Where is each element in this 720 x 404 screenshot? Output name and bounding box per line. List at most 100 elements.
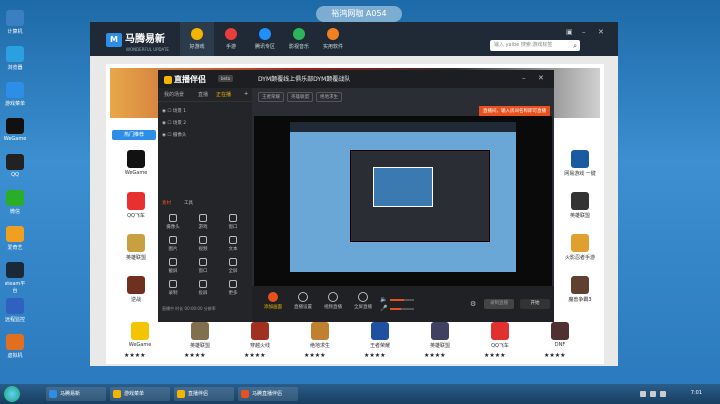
add-scene-icon[interactable]: + [244, 91, 248, 97]
stream-mode-button[interactable]: 添加画面 [258, 292, 288, 310]
minimize-icon[interactable]: – [522, 74, 526, 82]
desktop-shortcut[interactable]: QQ [3, 154, 27, 178]
game-icon [251, 322, 269, 340]
game-tile[interactable]: 绝地求生 [300, 322, 340, 349]
desktop-shortcut[interactable]: WeGame [3, 118, 27, 142]
game-tile[interactable]: 穿越火线 [240, 322, 280, 349]
hot-recommend-button[interactable]: 热门推荐 [112, 130, 156, 140]
game-icon [191, 322, 209, 340]
game-tile[interactable]: 英雄联盟 [560, 192, 600, 219]
nav-tab[interactable]: 好游戏 [180, 22, 214, 56]
tool-item[interactable]: 录制 [164, 280, 182, 296]
close-icon[interactable]: ✕ [598, 28, 604, 36]
search-input[interactable]: 输入 yaibe 搜索 游戏标签 ⌕ [490, 40, 580, 51]
tool-item[interactable]: 图片 [164, 236, 182, 252]
nav-tab[interactable]: 实用软件 [316, 22, 350, 56]
game-name: DNF [554, 342, 566, 348]
game-tile[interactable]: 英雄联盟 [180, 322, 220, 349]
tab-playing[interactable]: 正在播 [216, 91, 231, 98]
gear-icon[interactable]: ⚙ [470, 300, 476, 308]
taskbar-item[interactable]: 马腾易新 [46, 387, 106, 401]
tool-icon [199, 236, 207, 244]
game-tile[interactable]: 火影忍者手游 [560, 234, 600, 261]
stream-mode-button[interactable]: 直播设置 [288, 292, 318, 310]
game-tile[interactable]: DNF [540, 322, 580, 348]
search-icon[interactable]: ⌕ [573, 41, 577, 52]
mic-slider[interactable] [390, 308, 414, 310]
stream-mode-button[interactable]: 视频直播 [318, 292, 348, 310]
stream-titlebar: 直播伴侣 beta [158, 70, 252, 88]
minimize-icon[interactable]: – [582, 28, 586, 36]
tool-item[interactable]: 窗口 [194, 258, 212, 274]
tool-item[interactable]: 窗口 [224, 214, 242, 230]
audio-slider[interactable] [390, 299, 414, 301]
game-tile[interactable]: 逆战 [116, 276, 156, 303]
tool-item[interactable]: 摄像头 [164, 214, 182, 230]
game-name: 英雄联盟 [569, 213, 590, 219]
notice-banner[interactable]: 直播间，输入房间名称即可直播 [479, 106, 550, 116]
game-tile[interactable]: 魔兽争霸3 [560, 276, 600, 303]
desktop-shortcut-label: 游戏菜单 [4, 101, 25, 107]
mic-icon[interactable]: 🎤 [380, 305, 387, 312]
tool-item[interactable]: 更多 [224, 280, 242, 296]
room-tag[interactable]: 英雄联盟 [287, 92, 313, 102]
taskbar-item[interactable]: 马腾直播伴侣 [238, 387, 298, 401]
game-tile[interactable]: WeGame [120, 322, 160, 348]
scene-item[interactable]: ◉ ☐ 摄像头 [162, 132, 186, 138]
game-tile[interactable]: 王者荣耀 [360, 322, 400, 349]
stream-mode-button[interactable]: 全屏直播 [348, 292, 378, 310]
game-tile[interactable]: 网易游戏 一键 [560, 150, 600, 177]
record-button[interactable]: 录制直播 [484, 299, 514, 309]
game-name: 火影忍者手游 [564, 255, 595, 261]
nav-tab[interactable]: 影视音乐 [282, 22, 316, 56]
desktop-shortcut[interactable]: 微信 [3, 190, 27, 215]
game-icon [571, 192, 589, 210]
start-button[interactable] [4, 386, 20, 402]
tool-tab-material[interactable]: 素材 [162, 200, 171, 206]
tool-item[interactable]: 投屏 [194, 280, 212, 296]
game-tile[interactable]: 英雄联盟 [116, 234, 156, 261]
volume-icon[interactable] [660, 391, 666, 397]
game-tile[interactable]: WeGame [116, 150, 156, 176]
tool-icon [199, 280, 207, 288]
room-title[interactable]: DYM颠覆线上俱乐部DYM颠覆战队 [258, 74, 350, 83]
desktop-shortcut[interactable]: steam平台 [3, 262, 27, 294]
start-live-button[interactable]: 开始 [520, 299, 550, 309]
desktop-shortcut[interactable]: 远程监控 [3, 298, 27, 323]
browser-icon [6, 46, 24, 62]
room-tag[interactable]: 王者荣耀 [258, 92, 284, 102]
tool-item[interactable]: 文本 [224, 236, 242, 252]
desktop-shortcut[interactable]: 爱奇艺 [3, 226, 27, 251]
game-tile[interactable]: QQ飞车 [480, 322, 520, 349]
stream-mode-icon [358, 292, 368, 302]
tab-live[interactable]: 直播 [198, 91, 208, 98]
tool-item[interactable]: 全屏 [224, 258, 242, 274]
desktop-shortcut-label: 计算机 [7, 29, 23, 35]
skin-icon[interactable]: ▣ [566, 28, 573, 36]
tool-item[interactable]: 视频 [194, 236, 212, 252]
game-tile[interactable]: QQ飞车 [116, 192, 156, 219]
speaker-icon[interactable]: 🔈 [380, 296, 387, 303]
taskbar-app-icon [113, 390, 121, 398]
tool-tab-tools[interactable]: 工具 [184, 200, 193, 206]
tray-icon[interactable] [640, 391, 646, 397]
nav-tab[interactable]: 腾讯专区 [248, 22, 282, 56]
stream-preview[interactable] [254, 116, 552, 286]
scene-item[interactable]: ◉ ☐ 场景 2 [162, 120, 186, 126]
close-icon[interactable]: ✕ [538, 74, 544, 82]
game-tile[interactable]: 英雄联盟 [420, 322, 460, 349]
scene-item[interactable]: ◉ ☐ 场景 1 [162, 108, 186, 114]
desktop-shortcut[interactable]: 游戏菜单 [3, 82, 27, 107]
game-name: QQ飞车 [127, 213, 145, 219]
tray-icon[interactable] [650, 391, 656, 397]
taskbar-item[interactable]: 游戏菜单 [110, 387, 170, 401]
nav-tab[interactable]: 手游 [214, 22, 248, 56]
desktop-shortcut[interactable]: 计算机 [3, 10, 27, 35]
room-tag[interactable]: 绝地求生 [316, 92, 342, 102]
tool-item[interactable]: 游戏 [194, 214, 212, 230]
desktop-shortcut[interactable]: 虚拟机 [3, 334, 27, 359]
desktop-shortcut[interactable]: 浏览器 [3, 46, 27, 71]
tool-item[interactable]: 截屏 [164, 258, 182, 274]
tab-my-scene[interactable]: 我的场景 [164, 91, 184, 98]
taskbar-item[interactable]: 直播伴侣 [174, 387, 234, 401]
